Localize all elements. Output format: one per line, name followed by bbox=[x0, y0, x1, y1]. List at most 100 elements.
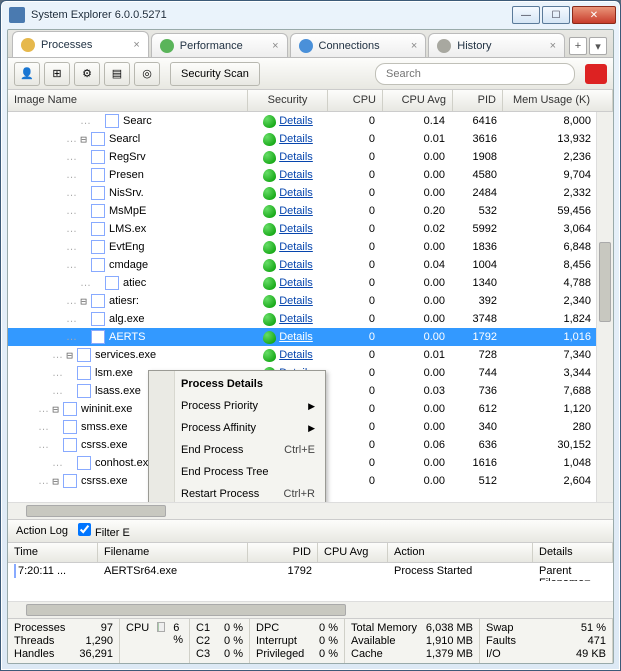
details-link[interactable]: Details bbox=[279, 187, 313, 199]
process-row[interactable]: …SearcDetails00.1464168,000 bbox=[8, 112, 613, 130]
menu-shortcut: Ctrl+E bbox=[284, 444, 315, 456]
tree-lines: … bbox=[12, 151, 76, 163]
process-row[interactable]: …NisSrv.Details00.0024842,332 bbox=[8, 184, 613, 202]
expand-toggle[interactable]: ⊟ bbox=[50, 403, 61, 416]
tab-list-button[interactable]: ▾ bbox=[589, 37, 607, 55]
search-input[interactable] bbox=[386, 68, 564, 80]
col-image-name[interactable]: Image Name bbox=[8, 90, 248, 111]
menu-item[interactable]: End Process Tree bbox=[151, 461, 323, 483]
add-tab-button[interactable]: + bbox=[569, 37, 587, 55]
menu-item[interactable]: Restart ProcessCtrl+R bbox=[151, 483, 323, 502]
menu-item[interactable]: Process Details bbox=[151, 373, 323, 395]
scroll-thumb[interactable] bbox=[26, 604, 346, 616]
process-row[interactable]: …atiecDetails00.0013404,788 bbox=[8, 274, 613, 292]
col-cpu[interactable]: CPU bbox=[328, 90, 383, 111]
vertical-scrollbar[interactable] bbox=[596, 112, 613, 502]
cpuavg-cell: 0.01 bbox=[383, 349, 453, 361]
log-col-action[interactable]: Action bbox=[388, 543, 533, 562]
log-col-pid[interactable]: PID bbox=[248, 543, 318, 562]
process-row[interactable]: …alg.exeDetails00.0037481,824 bbox=[8, 310, 613, 328]
window-title: System Explorer 6.0.0.5271 bbox=[31, 9, 512, 21]
horizontal-scrollbar[interactable] bbox=[8, 502, 613, 519]
details-link[interactable]: Details bbox=[279, 349, 313, 361]
process-row[interactable]: …EvtEngDetails00.0018366,848 bbox=[8, 238, 613, 256]
close-button[interactable]: ✕ bbox=[572, 6, 616, 24]
expand-toggle[interactable]: ⊟ bbox=[78, 133, 89, 146]
process-name-cell: …AERTS bbox=[8, 330, 248, 344]
minimize-button[interactable]: — bbox=[512, 6, 540, 24]
menu-item[interactable]: Process Affinity▶ bbox=[151, 417, 323, 439]
shield-icon bbox=[263, 241, 276, 254]
shield-icon bbox=[263, 151, 276, 164]
log-col-fname[interactable]: Filename bbox=[98, 543, 248, 562]
details-link[interactable]: Details bbox=[279, 331, 313, 343]
target-button[interactable]: ◎ bbox=[134, 62, 160, 86]
details-link[interactable]: Details bbox=[279, 259, 313, 271]
cpuavg-cell: 0.00 bbox=[383, 169, 453, 181]
windows-button[interactable]: ⊞ bbox=[44, 62, 70, 86]
menu-item-label: End Process Tree bbox=[181, 466, 268, 478]
scroll-thumb[interactable] bbox=[599, 242, 611, 322]
col-pid[interactable]: PID bbox=[453, 90, 503, 111]
filter-checkbox-input[interactable] bbox=[78, 523, 91, 536]
process-row[interactable]: …cmdageDetails00.0410048,456 bbox=[8, 256, 613, 274]
expand-toggle[interactable]: ⊟ bbox=[50, 475, 61, 488]
col-cpu-avg[interactable]: CPU Avg bbox=[383, 90, 453, 111]
cpu-cell: 0 bbox=[328, 475, 383, 487]
log-col-avg[interactable]: CPU Avg bbox=[318, 543, 388, 562]
process-row[interactable]: …⊟services.exeDetails00.017287,340 bbox=[8, 346, 613, 364]
tab-close-icon[interactable]: × bbox=[550, 40, 556, 52]
titlebar[interactable]: System Explorer 6.0.0.5271 — ☐ ✕ bbox=[1, 1, 620, 29]
maximize-button[interactable]: ☐ bbox=[542, 6, 570, 24]
expand-toggle[interactable]: ⊟ bbox=[78, 295, 89, 308]
details-link[interactable]: Details bbox=[279, 241, 313, 253]
security-scan-button[interactable]: Security Scan bbox=[170, 62, 260, 86]
process-row[interactable]: …RegSrvDetails00.0019082,236 bbox=[8, 148, 613, 166]
details-link[interactable]: Details bbox=[279, 115, 313, 127]
process-row[interactable]: …LMS.exDetails00.0259923,064 bbox=[8, 220, 613, 238]
process-tree[interactable]: …SearcDetails00.1464168,000…⊟SearclDetai… bbox=[8, 112, 613, 502]
expand-toggle[interactable]: ⊟ bbox=[64, 349, 75, 362]
gem-icon[interactable] bbox=[585, 64, 607, 84]
list-button[interactable]: ▤ bbox=[104, 62, 130, 86]
details-link[interactable]: Details bbox=[279, 205, 313, 217]
log-row[interactable]: 7:20:11 ... AERTSr64.exe 1792 Process St… bbox=[8, 563, 613, 581]
status-value: 49 KB bbox=[576, 648, 606, 660]
log-col-time[interactable]: Time bbox=[8, 543, 98, 562]
tab-history[interactable]: History × bbox=[428, 33, 565, 57]
process-row[interactable]: …AERTSDetails00.0017921,016 bbox=[8, 328, 613, 346]
status-value: 6,038 MB bbox=[426, 622, 473, 634]
process-icon bbox=[91, 186, 105, 200]
process-row[interactable]: …PresenDetails00.0045809,704 bbox=[8, 166, 613, 184]
tab-close-icon[interactable]: × bbox=[411, 40, 417, 52]
users-button[interactable]: 👤 bbox=[14, 62, 40, 86]
details-link[interactable]: Details bbox=[279, 295, 313, 307]
log-horizontal-scrollbar[interactable] bbox=[8, 601, 613, 618]
filter-checkbox[interactable]: Filter E bbox=[78, 523, 130, 539]
search-box[interactable] bbox=[375, 63, 575, 85]
details-link[interactable]: Details bbox=[279, 223, 313, 235]
col-mem[interactable]: Mem Usage (K) bbox=[503, 90, 613, 111]
shield-icon bbox=[263, 169, 276, 182]
process-row[interactable]: …⊟atiesr:Details00.003922,340 bbox=[8, 292, 613, 310]
details-link[interactable]: Details bbox=[279, 277, 313, 289]
details-link[interactable]: Details bbox=[279, 313, 313, 325]
gears-button[interactable]: ⚙ bbox=[74, 62, 100, 86]
col-security[interactable]: Security bbox=[248, 90, 328, 111]
details-link[interactable]: Details bbox=[279, 133, 313, 145]
details-link[interactable]: Details bbox=[279, 151, 313, 163]
tab-connections[interactable]: Connections × bbox=[290, 33, 427, 57]
menu-item[interactable]: Process Priority▶ bbox=[151, 395, 323, 417]
process-row[interactable]: …MsMpEDetails00.2053259,456 bbox=[8, 202, 613, 220]
details-link[interactable]: Details bbox=[279, 169, 313, 181]
cpuavg-cell: 0.00 bbox=[383, 331, 453, 343]
log-col-details[interactable]: Details bbox=[533, 543, 613, 562]
scroll-thumb[interactable] bbox=[26, 505, 166, 517]
tab-close-icon[interactable]: × bbox=[133, 39, 139, 51]
tab-close-icon[interactable]: × bbox=[272, 40, 278, 52]
process-icon bbox=[91, 204, 105, 218]
tab-processes[interactable]: Processes × bbox=[12, 31, 149, 57]
tab-performance[interactable]: Performance × bbox=[151, 33, 288, 57]
process-row[interactable]: …⊟SearclDetails00.01361613,932 bbox=[8, 130, 613, 148]
menu-item[interactable]: End ProcessCtrl+E bbox=[151, 439, 323, 461]
